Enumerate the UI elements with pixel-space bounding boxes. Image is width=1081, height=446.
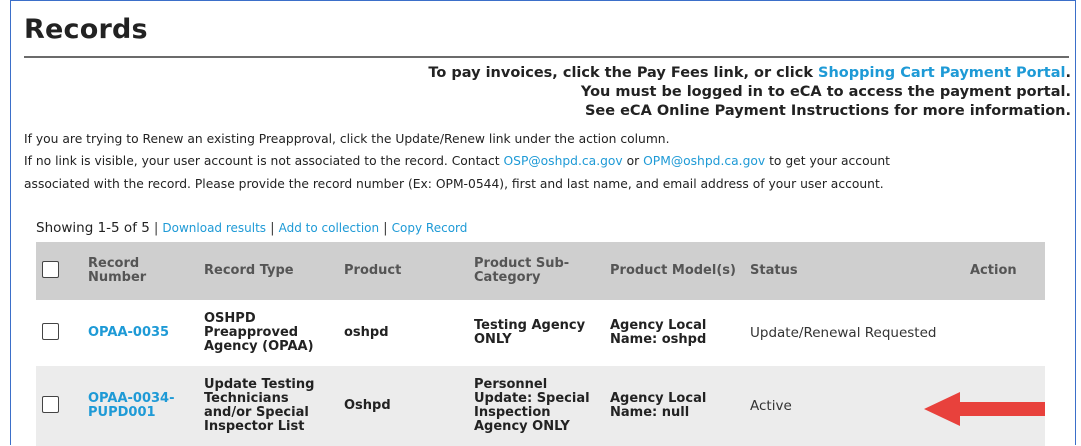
row-checkbox[interactable] [42,395,59,413]
info-line-2-text: If no link is visible, your user account… [24,154,504,168]
column-header-product[interactable]: Product [338,242,468,300]
payment-notice: To pay invoices, click the Pay Fees link… [428,64,1071,121]
sub-category-cell: Testing Agency ONLY [474,318,586,347]
toolbar-separator: | [270,220,275,236]
column-header-record-number[interactable]: Record Number [82,242,198,300]
sub-category-cell: Personnel Update: Special Inspection Age… [474,377,590,434]
product-cell: oshpd [344,325,389,340]
record-number-cell: OPAA-0035 [82,300,198,366]
notice-line-1: To pay invoices, click the Pay Fees link… [428,64,1071,83]
action-cell [964,300,1045,366]
notice-period: . [1065,65,1071,81]
toolbar-separator: | [153,220,159,236]
notice-line-3: See eCA Online Payment Instructions for … [584,103,1071,119]
column-header-action: Action [970,263,1017,278]
toolbar-separator: | [383,220,388,236]
record-number-link[interactable]: OPAA-0035 [88,325,169,340]
record-number-link[interactable]: OPAA-0034-PUPD001 [88,391,174,420]
info-line-2-or: or [622,154,644,168]
record-number-cell: OPAA-0034-PUPD001 [82,366,198,446]
info-line-2-suffix: to get your account [765,154,890,168]
notice-line-1-text: To pay invoices, click the Pay Fees link… [428,65,819,81]
results-count: Showing 1-5 of 5 [36,220,150,236]
table-header-row: Record Number Record Type Product Produc… [36,242,1045,300]
column-header-models[interactable]: Product Model(s) [604,242,744,300]
record-type-cell: Update Testing Technicians and/or Specia… [204,377,315,434]
product-cell: Oshpd [344,398,391,413]
column-header-record-type[interactable]: Record Type [198,242,338,300]
select-all-checkbox[interactable] [42,260,59,278]
table-row: OPAA-0034-PUPD001 Update Testing Technic… [36,366,1045,446]
row-select-cell [36,366,82,446]
table-row: OPAA-0035 OSHPD Preapproved Agency (OPAA… [36,300,1045,366]
select-all-cell [36,242,82,300]
title-divider [24,56,1069,58]
copy-record-link[interactable]: Copy Record [392,221,468,235]
notice-line-2: You must be logged in to eCA to access t… [580,84,1071,100]
models-cell: Agency Local Name: null [610,391,707,420]
shopping-cart-payment-portal-link[interactable]: Shopping Cart Payment Portal [818,65,1065,81]
row-checkbox[interactable] [42,322,59,340]
add-to-collection-link[interactable]: Add to collection [279,221,379,235]
status-cell: Update/Renewal Requested [750,325,937,341]
column-header-sub-category[interactable]: Product Sub-Category [468,242,604,300]
osp-email-link[interactable]: OSP@oshpd.ca.gov [503,154,622,168]
models-cell: Agency Local Name: oshpd [610,318,707,347]
column-header-status[interactable]: Status [744,242,964,300]
records-table: Record Number Record Type Product Produc… [36,242,1045,446]
record-type-cell: OSHPD Preapproved Agency (OPAA) [204,311,314,354]
results-toolbar: Showing 1-5 of 5 | Download results | Add to… [36,220,467,236]
row-select-cell [36,300,82,366]
red-arrow-left-icon [924,392,1045,426]
info-line-2: If no link is visible, your user account… [24,154,890,168]
opm-email-link[interactable]: OPM@oshpd.ca.gov [643,154,765,168]
download-results-link[interactable]: Download results [162,221,266,235]
info-line-3: associated with the record. Please provi… [24,177,884,191]
info-line-1: If you are trying to Renew an existing P… [24,132,670,146]
page-title: Records [24,14,148,45]
